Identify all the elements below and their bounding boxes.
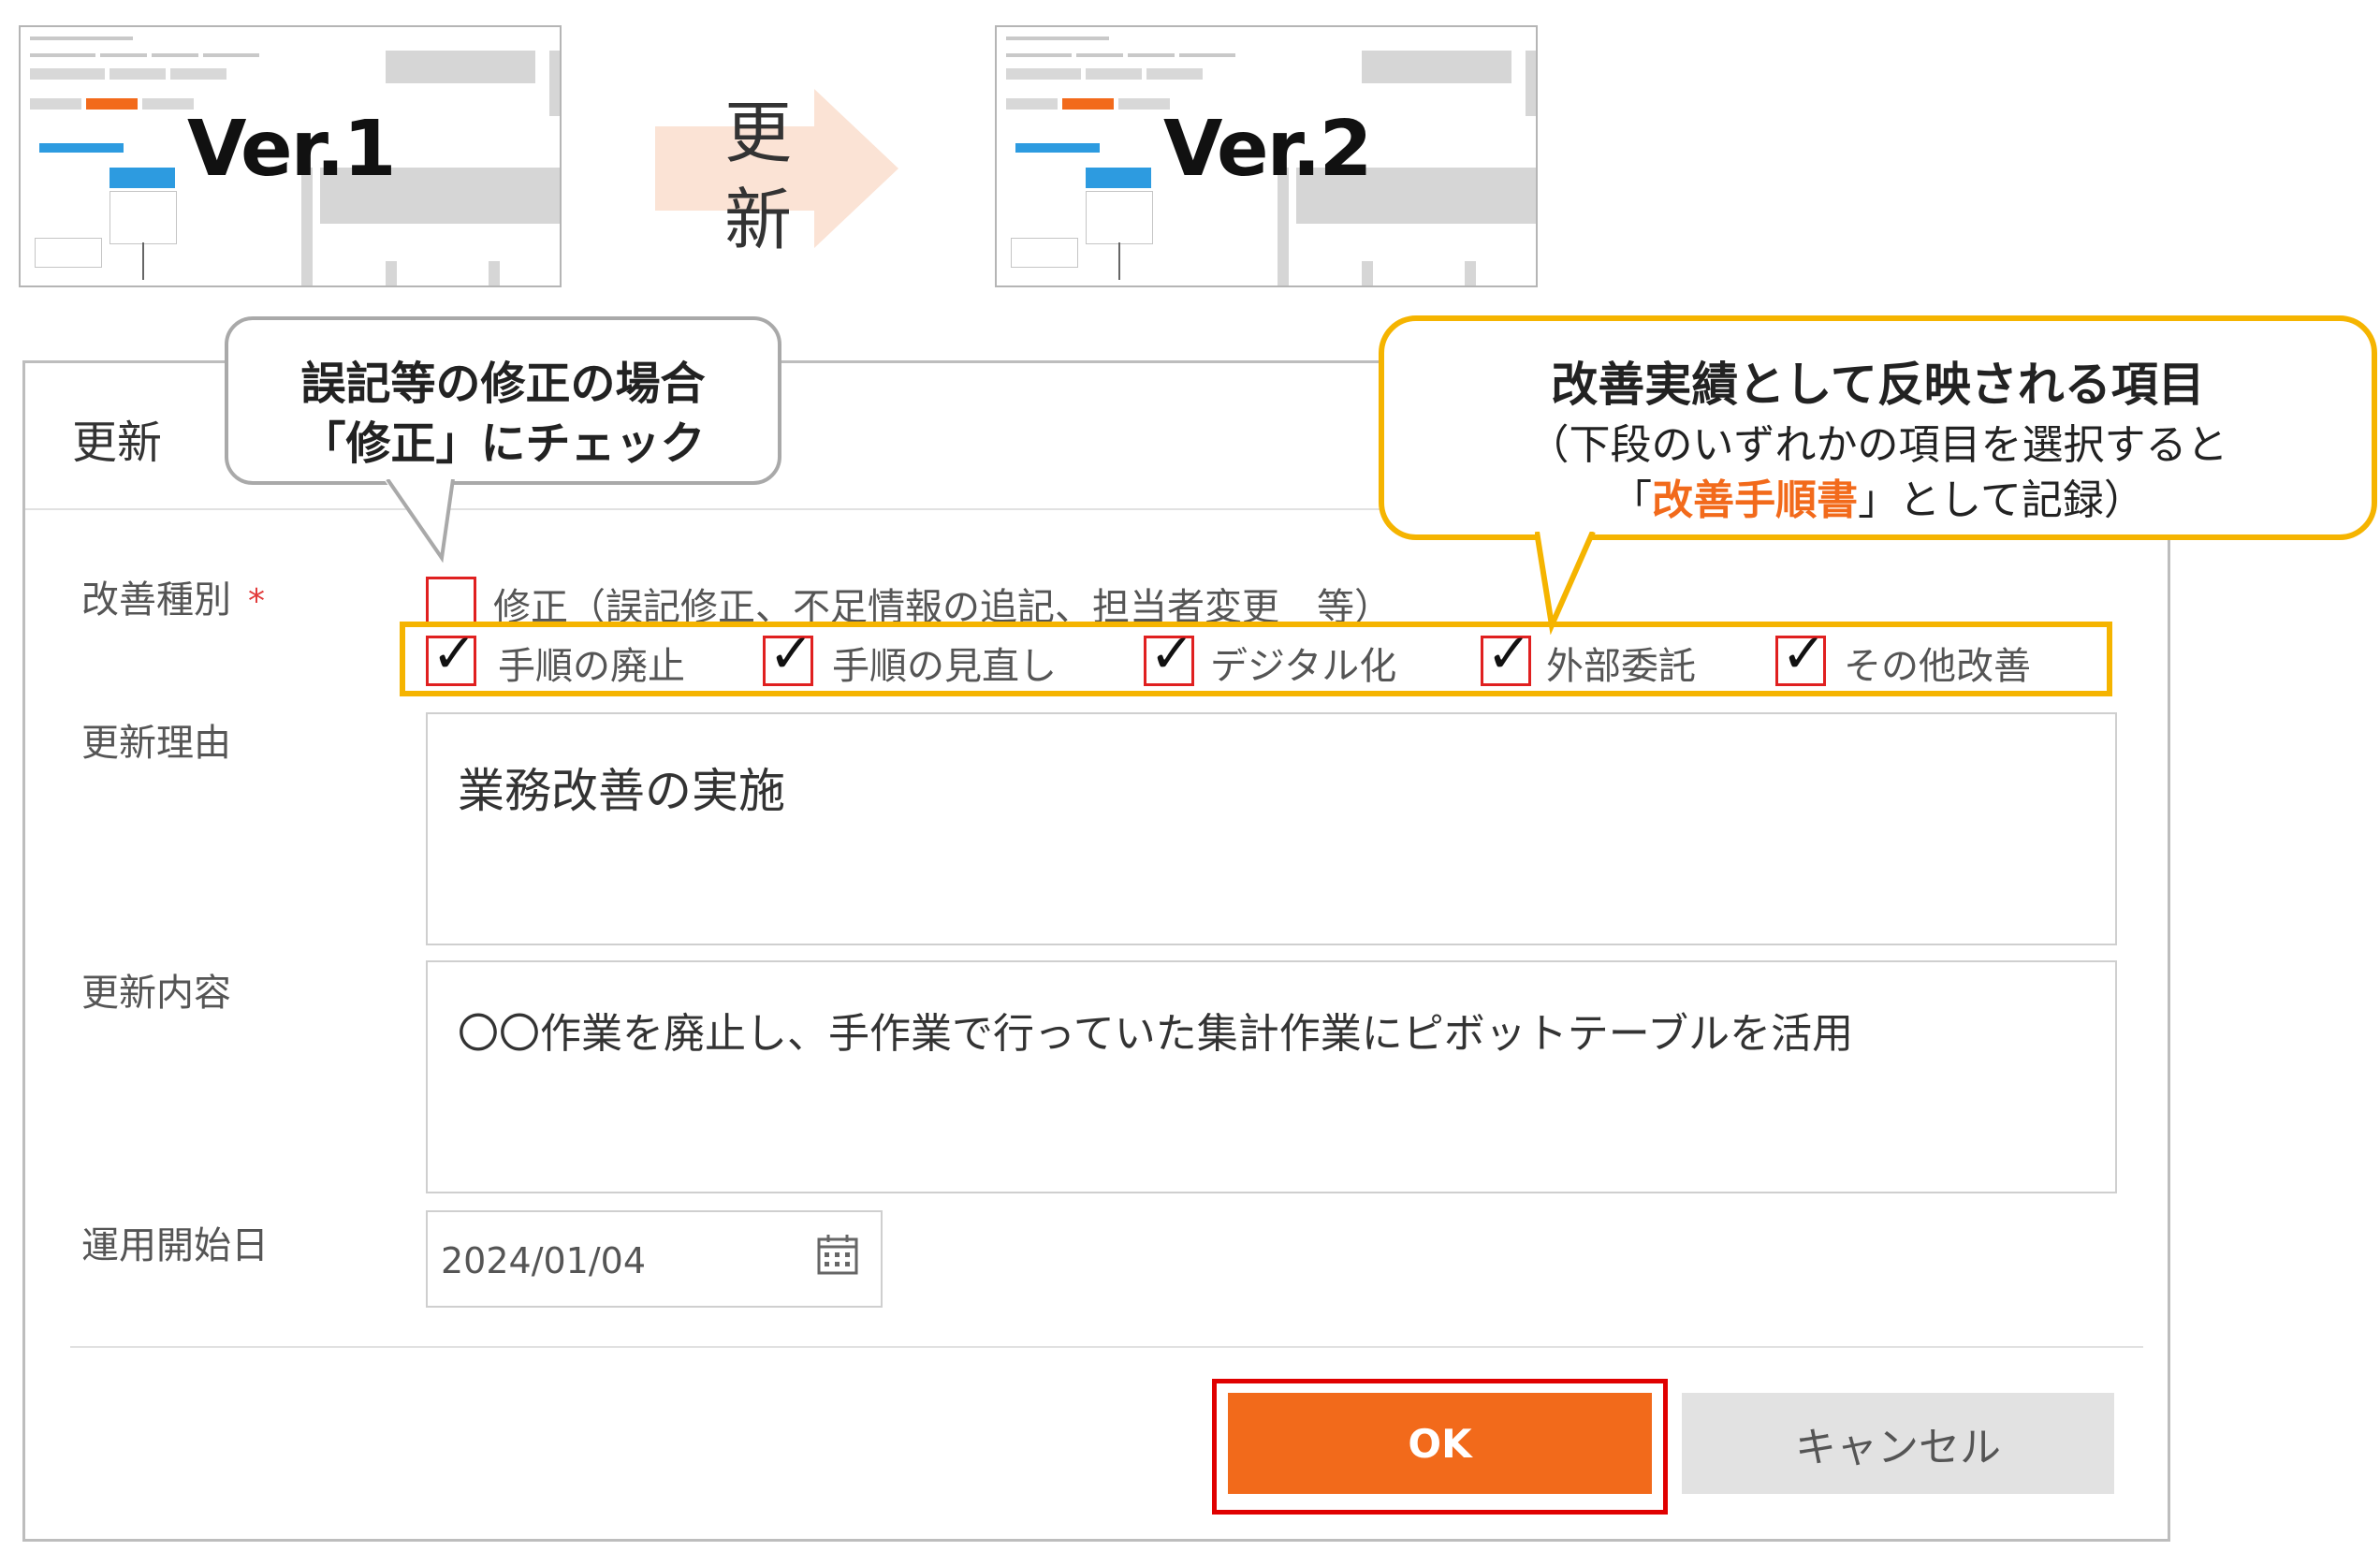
improvement-type-label: 改善種別 * <box>81 578 265 622</box>
arrow-label-2: 新 <box>723 181 792 259</box>
improvement-callout-title: 改善実績として反映される項目 <box>1551 358 2205 412</box>
start-date-input[interactable]: 2024/01/04 <box>426 1210 883 1308</box>
correction-callout-line2: 「修正」にチェック <box>300 417 706 470</box>
options-highlight-box <box>400 622 2112 696</box>
correction-callout-pointer <box>384 479 455 563</box>
start-date-value: 2024/01/04 <box>441 1240 647 1281</box>
update-content-textarea[interactable]: 〇〇作業を廃止し、手作業で行っていた集計作業にピボットテーブルを活用 <box>426 960 2117 1193</box>
correction-callout-line1: 誤記等の修正の場合 <box>300 358 706 410</box>
arrow-label-1: 更 <box>723 94 792 172</box>
update-reason-label: 更新理由 <box>81 722 231 765</box>
required-mark: * <box>248 582 265 621</box>
update-reason-value: 業務改善の実施 <box>458 764 785 818</box>
improvement-callout: 改善実績として反映される項目 （下段のいずれかの項目を選択すると 「改善手順書」… <box>1379 315 2377 540</box>
update-content-label: 更新内容 <box>81 972 231 1015</box>
update-reason-textarea[interactable]: 業務改善の実施 <box>426 712 2117 945</box>
cancel-button[interactable]: キャンセル <box>1682 1393 2114 1494</box>
improvement-callout-line2: （下段のいずれかの項目を選択すると <box>1527 421 2228 469</box>
dialog-title: 更新 <box>72 417 163 469</box>
calendar-icon[interactable] <box>816 1233 859 1276</box>
update-content-value: 〇〇作業を廃止し、手作業で行っていた集計作業にピボットテーブルを活用 <box>458 1010 1854 1058</box>
ok-button[interactable]: OK <box>1228 1393 1652 1494</box>
version-2-label: Ver.2 <box>1163 105 1373 194</box>
start-date-label: 運用開始日 <box>81 1224 269 1267</box>
improvement-callout-line3: 「改善手順書」として記録） <box>1611 476 2145 524</box>
correction-callout: 誤記等の修正の場合 「修正」にチェック <box>225 316 781 485</box>
version-1-label: Ver.1 <box>187 105 397 194</box>
correction-checkbox[interactable] <box>426 577 476 627</box>
footer-divider <box>70 1346 2143 1348</box>
improvement-procedure-highlight: 改善手順書 <box>1652 476 1859 524</box>
improvement-callout-pointer <box>1535 532 1596 635</box>
